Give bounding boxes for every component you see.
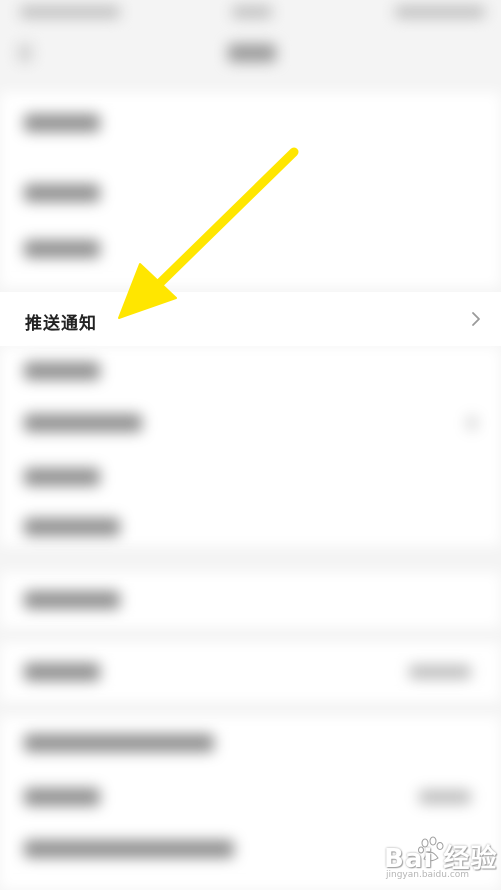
annotation-arrow xyxy=(118,147,299,319)
watermark-url: jingyan.baidu.com xyxy=(386,870,470,880)
baidu-watermark: Bai 经验 jingyan.baidu.com xyxy=(380,832,498,888)
